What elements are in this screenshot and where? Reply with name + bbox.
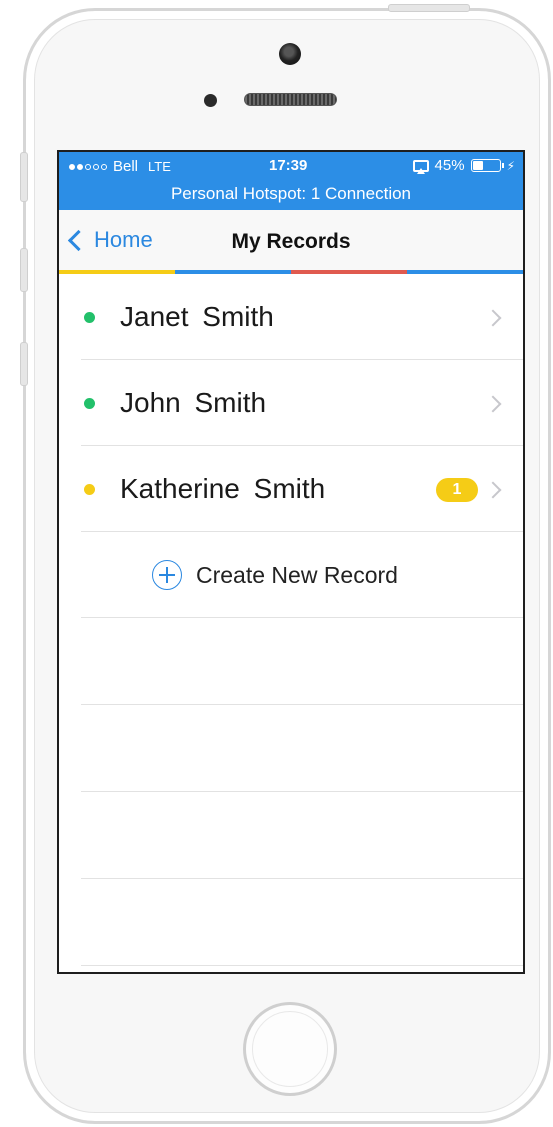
- records-list: Janet Smith John Smith Katherine Smith 1 Cre…: [59, 274, 523, 966]
- notification-badge: 1: [436, 478, 478, 502]
- record-name: John Smith: [120, 387, 267, 418]
- signal-dot: [69, 163, 75, 170]
- status-bar: Bell LTE 17:39 45% ⚡ Personal Hotspot: 1…: [59, 152, 523, 210]
- empty-row: [59, 705, 523, 792]
- empty-row: [59, 792, 523, 879]
- earpiece-speaker: [244, 93, 337, 106]
- charging-icon: ⚡: [506, 158, 515, 173]
- battery-icon: [470, 159, 504, 172]
- status-indicator: [84, 398, 95, 409]
- record-row[interactable]: John Smith: [59, 360, 523, 446]
- signal-dot: [85, 163, 91, 170]
- signal-dot: [101, 163, 107, 170]
- create-record-label: Create New Record: [196, 562, 398, 588]
- chevron-right-icon: [484, 481, 502, 499]
- empty-row: [59, 879, 523, 966]
- record-name: Janet Smith: [120, 301, 274, 332]
- empty-row: [59, 618, 523, 705]
- volume-down-button: [20, 342, 28, 386]
- chevron-right-icon: [484, 309, 502, 327]
- create-record-button[interactable]: Create New Record: [59, 532, 523, 618]
- carrier-name: Bell: [113, 158, 139, 175]
- chevron-right-icon: [484, 395, 502, 413]
- signal-strength-icon: [69, 163, 107, 170]
- home-button[interactable]: [243, 1002, 337, 1096]
- screen: Bell LTE 17:39 45% ⚡ Personal Hotspot: 1…: [57, 150, 525, 974]
- page-title: My Records: [231, 230, 351, 253]
- hotspot-banner[interactable]: Personal Hotspot: 1 Connection: [59, 184, 523, 204]
- airplay-icon: [412, 159, 429, 174]
- status-right: 45% ⚡: [412, 157, 515, 174]
- proximity-sensor: [204, 94, 217, 107]
- navigation-bar: Home My Records: [59, 210, 523, 273]
- power-button: [388, 4, 470, 12]
- plus-circle-icon: [152, 560, 182, 590]
- status-indicator: [84, 312, 95, 323]
- record-row[interactable]: Janet Smith: [59, 274, 523, 360]
- record-name: Katherine Smith: [120, 473, 326, 504]
- signal-dot: [77, 163, 83, 170]
- status-indicator: [84, 484, 95, 495]
- network-type: LTE: [148, 159, 171, 174]
- battery-percent: 45%: [434, 157, 465, 174]
- front-camera: [279, 43, 301, 65]
- volume-up-button: [20, 248, 28, 292]
- clock: 17:39: [269, 157, 308, 174]
- signal-dot: [93, 163, 99, 170]
- carrier-info: Bell LTE: [69, 158, 171, 175]
- mute-switch: [20, 152, 28, 202]
- record-row[interactable]: Katherine Smith 1: [59, 446, 523, 532]
